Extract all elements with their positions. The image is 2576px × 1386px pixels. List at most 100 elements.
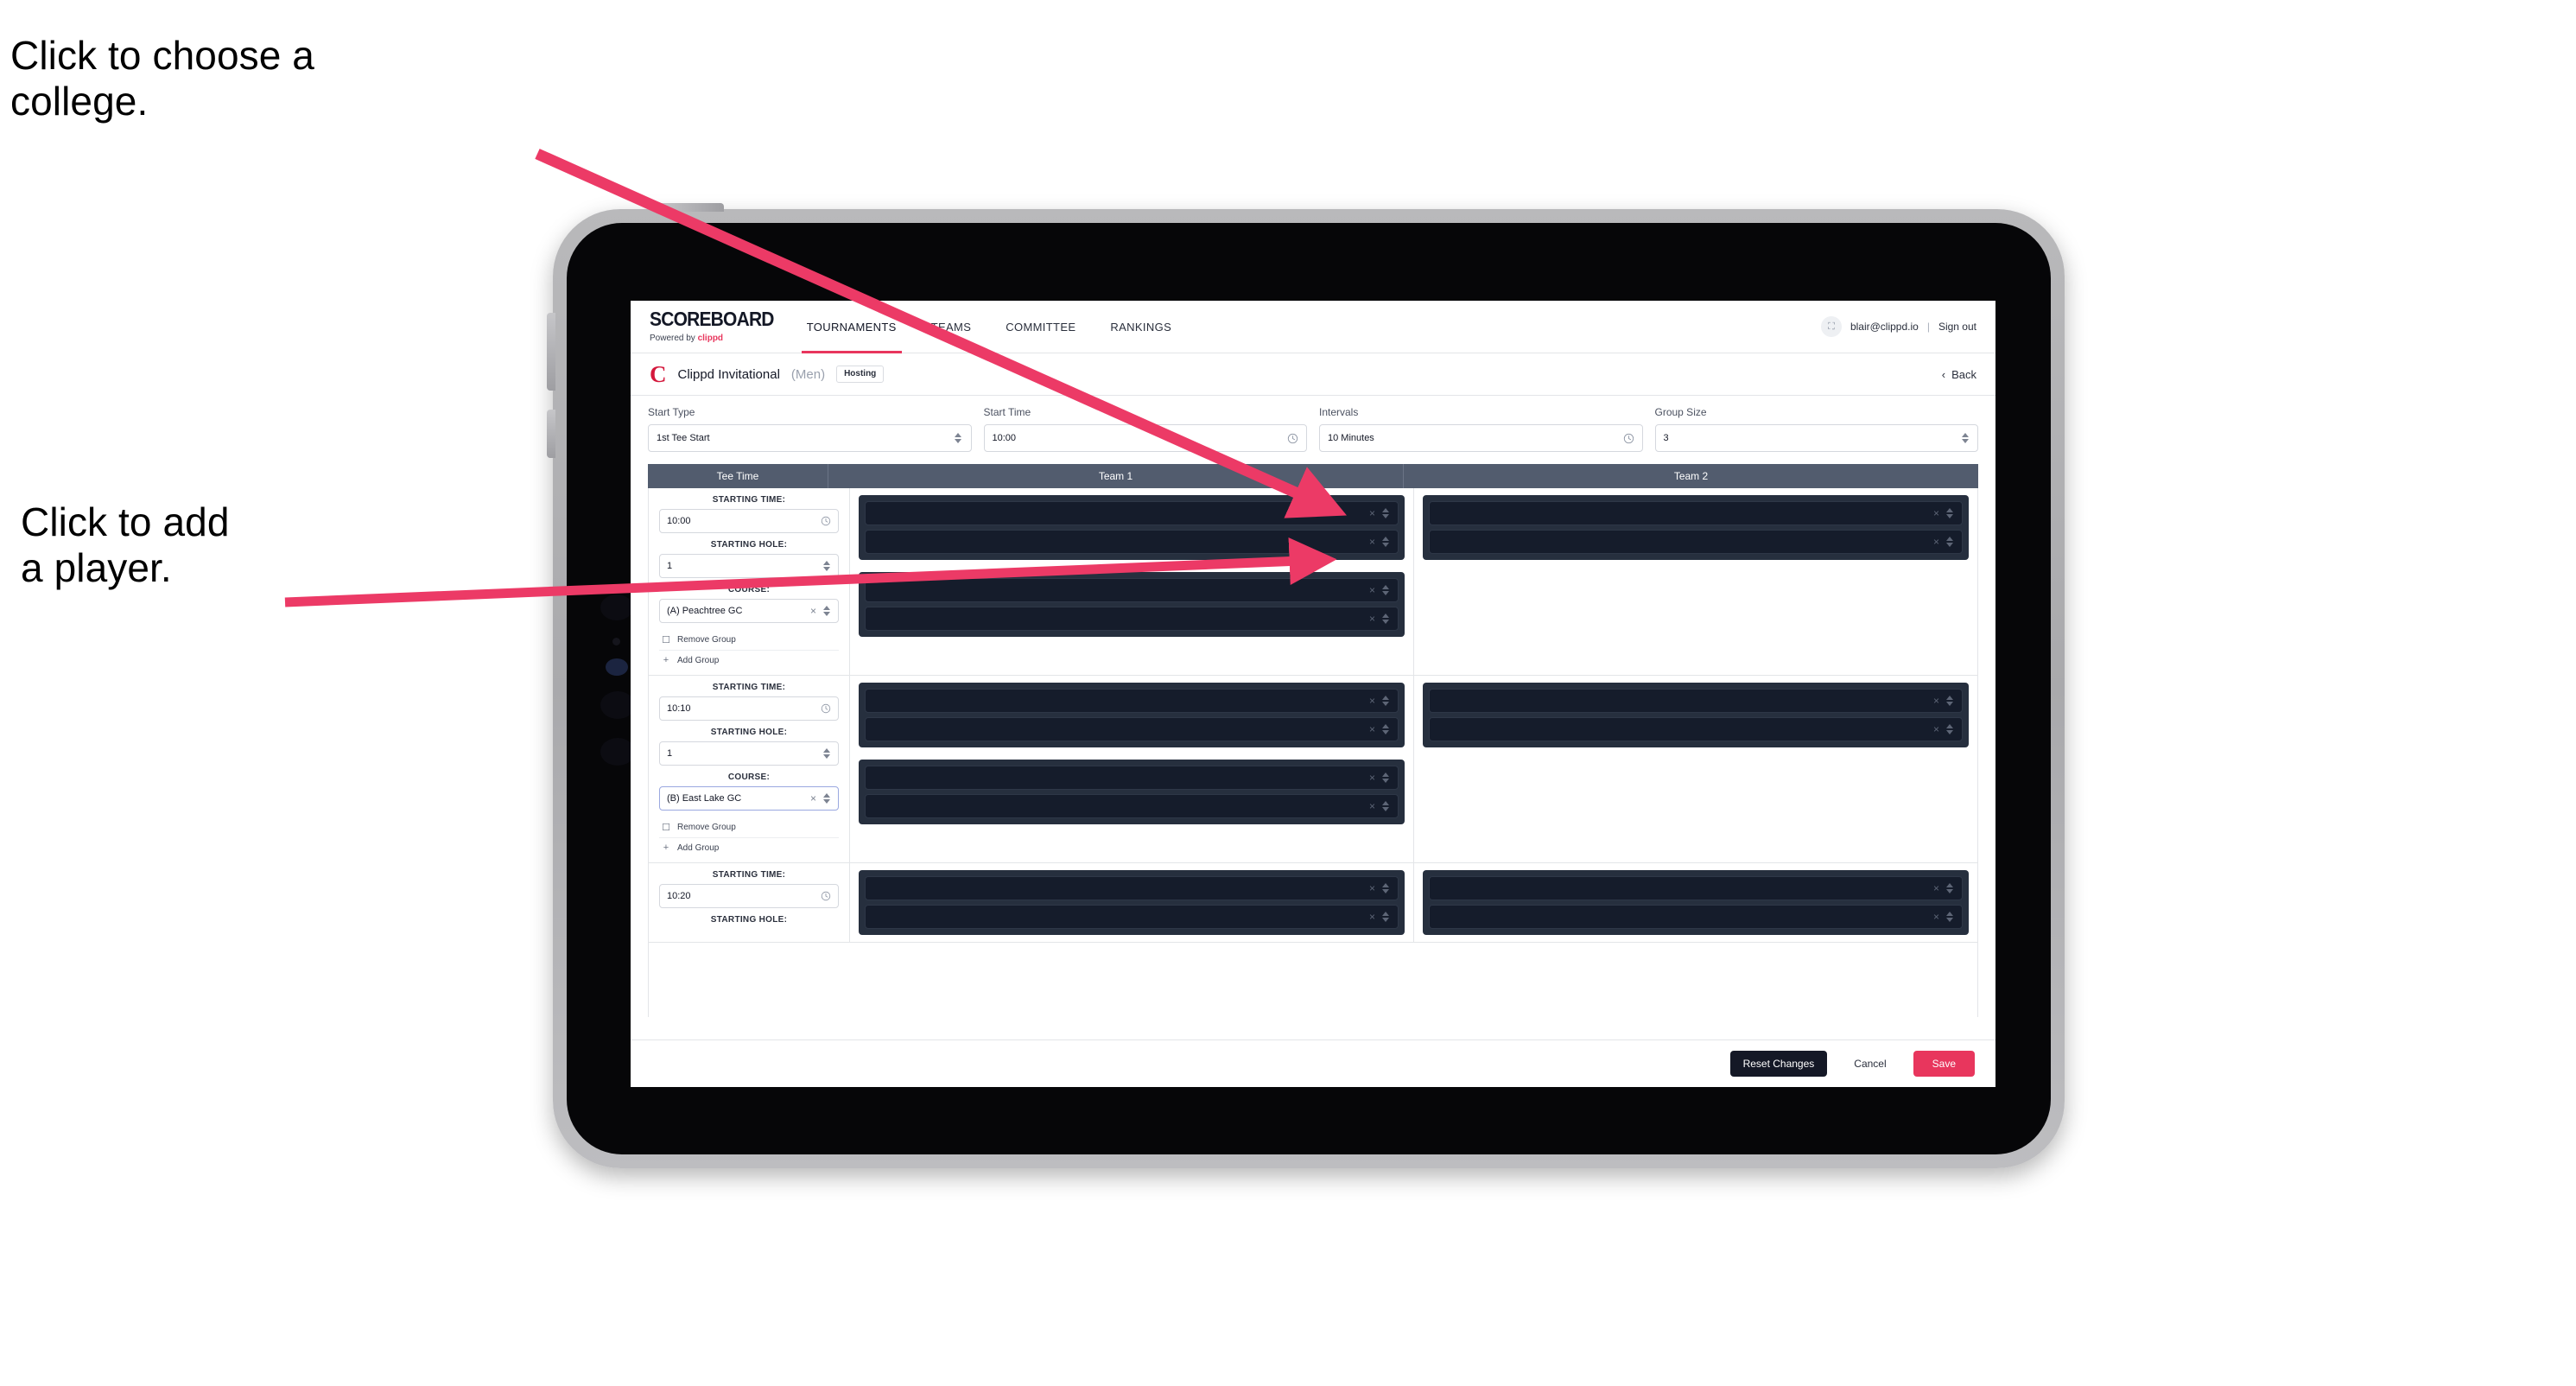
app-viewport: SCOREBOARD Powered by clippd TOURNAMENTS… <box>631 301 1995 1087</box>
course-value: (A) Peachtree GC <box>667 606 743 616</box>
group-size-select[interactable]: 3 <box>1654 424 1978 452</box>
label-start-type: Start Type <box>648 406 695 418</box>
player-slot[interactable]: × <box>865 905 1399 929</box>
save-button[interactable]: Save <box>1913 1051 1975 1077</box>
clear-icon[interactable]: × <box>1369 585 1375 595</box>
clear-icon[interactable]: × <box>1369 912 1375 922</box>
clear-icon[interactable]: × <box>1933 883 1939 893</box>
player-slot[interactable]: × <box>1429 717 1963 741</box>
player-slot[interactable]: × <box>865 794 1399 818</box>
starting-hole-input[interactable]: 1 <box>659 741 839 766</box>
clock-icon <box>821 703 831 714</box>
player-slot[interactable]: × <box>865 689 1399 713</box>
remove-group-button[interactable]: ☐ Remove Group <box>659 817 839 837</box>
player-slot[interactable]: × <box>865 501 1399 525</box>
starting-hole-input[interactable]: 1 <box>659 554 839 578</box>
clear-icon[interactable]: × <box>1933 696 1939 706</box>
team-2-cell: × × <box>1413 488 1977 675</box>
back-link[interactable]: ‹ Back <box>1942 368 1976 381</box>
sign-out-link[interactable]: Sign out <box>1938 321 1976 333</box>
nav-tab-tournaments[interactable]: TOURNAMENTS <box>790 301 914 353</box>
clear-icon[interactable]: × <box>1933 912 1939 922</box>
field-group-size: Group Size 3 <box>1654 406 1978 452</box>
player-slot[interactable]: × <box>865 717 1399 741</box>
course-value: (B) East Lake GC <box>667 793 742 804</box>
intervals-input[interactable]: 10 Minutes <box>1319 424 1643 452</box>
table-row: STARTING TIME: 10:00 STARTING HOLE: 1 COURSE… <box>649 488 1977 676</box>
starting-time-input[interactable]: 10:20 <box>659 884 839 908</box>
clear-icon[interactable]: × <box>810 793 816 804</box>
label-course: COURSE: <box>727 585 771 594</box>
group-actions: ☐ Remove Group + Add Group <box>659 817 839 857</box>
clear-icon[interactable]: × <box>1369 614 1375 624</box>
tee-time-cell: STARTING TIME: 10:10 STARTING HOLE: 1 COURSE… <box>649 676 850 862</box>
table-row: STARTING TIME: 10:10 STARTING HOLE: 1 COURSE… <box>649 676 1977 863</box>
player-slot[interactable]: × <box>865 607 1399 631</box>
player-slot[interactable]: × <box>1429 501 1963 525</box>
volume-up-button-icon[interactable] <box>547 313 555 391</box>
player-slot[interactable]: × <box>1429 905 1963 929</box>
team-1-cell: × × × × <box>850 488 1413 675</box>
start-time-input[interactable]: 10:00 <box>983 424 1307 452</box>
clear-icon[interactable]: × <box>1369 772 1375 783</box>
add-group-button[interactable]: + Add Group <box>659 837 839 857</box>
nav-tab-committee[interactable]: COMMITTEE <box>988 301 1093 353</box>
clear-icon[interactable]: × <box>1933 537 1939 547</box>
hosting-badge: Hosting <box>836 366 885 383</box>
clear-icon[interactable]: × <box>1369 696 1375 706</box>
team-2-cell: × × <box>1413 676 1977 862</box>
plus-icon: + <box>663 842 669 853</box>
avatar-icon[interactable]: ⛶ <box>1820 316 1842 337</box>
start-type-select[interactable]: 1st Tee Start <box>648 424 972 452</box>
player-slot[interactable]: × <box>865 578 1399 602</box>
trash-icon: ☐ <box>662 635 670 645</box>
starting-time-value: 10:00 <box>667 516 691 526</box>
player-slot[interactable]: × <box>865 876 1399 900</box>
brand-wordmark: SCOREBOARD <box>650 308 774 331</box>
chevron-updown-icon <box>1960 431 1970 445</box>
top-navigation: SCOREBOARD Powered by clippd TOURNAMENTS… <box>631 301 1995 353</box>
clock-icon <box>821 516 831 526</box>
course-select[interactable]: (B) East Lake GC × <box>659 786 839 811</box>
remove-group-button[interactable]: ☐ Remove Group <box>659 630 839 650</box>
player-slot[interactable]: × <box>1429 530 1963 554</box>
player-group: × × <box>859 683 1405 747</box>
brand-logo[interactable]: SCOREBOARD Powered by clippd <box>631 301 790 353</box>
clear-icon[interactable]: × <box>1369 801 1375 811</box>
course-select[interactable]: (A) Peachtree GC × <box>659 599 839 623</box>
reset-changes-button[interactable]: Reset Changes <box>1729 1051 1828 1077</box>
volume-down-button-icon[interactable] <box>547 410 555 458</box>
label-group-size: Group Size <box>1654 406 1707 418</box>
nav-tab-rankings[interactable]: RANKINGS <box>1093 301 1189 353</box>
clear-icon[interactable]: × <box>1369 883 1375 893</box>
player-slot[interactable]: × <box>1429 876 1963 900</box>
clear-icon[interactable]: × <box>1369 508 1375 518</box>
team-1-cell: × × <box>850 863 1413 942</box>
player-slot[interactable]: × <box>1429 689 1963 713</box>
cancel-button[interactable]: Cancel <box>1841 1051 1899 1077</box>
player-slot[interactable]: × <box>865 530 1399 554</box>
starting-time-input[interactable]: 10:10 <box>659 696 839 721</box>
start-type-value: 1st Tee Start <box>657 433 710 443</box>
nav-tab-teams[interactable]: TEAMS <box>914 301 989 353</box>
clear-icon[interactable]: × <box>810 606 816 616</box>
clear-icon[interactable]: × <box>1369 537 1375 547</box>
plus-icon: + <box>663 655 669 665</box>
group-actions: ☐ Remove Group + Add Group <box>659 630 839 670</box>
starting-time-input[interactable]: 10:00 <box>659 509 839 533</box>
clear-icon[interactable]: × <box>1933 724 1939 734</box>
camera-lens-icon <box>600 594 633 620</box>
camera-lens-tertiary-icon <box>600 738 635 766</box>
brand-powered-text: Powered by <box>650 334 698 343</box>
trash-icon: ☐ <box>662 823 670 833</box>
label-starting-time: STARTING TIME: <box>712 495 786 505</box>
player-slot[interactable]: × <box>865 766 1399 790</box>
clear-icon[interactable]: × <box>1933 508 1939 518</box>
tournament-bar: C Clippd Invitational (Men) Hosting ‹ Ba… <box>631 353 1995 396</box>
chevron-updown-icon <box>822 559 831 573</box>
clear-icon[interactable]: × <box>1369 724 1375 734</box>
chevron-updown-icon <box>1380 506 1390 520</box>
power-button-icon[interactable] <box>657 203 724 212</box>
add-group-button[interactable]: + Add Group <box>659 650 839 670</box>
player-group: × × <box>1423 683 1969 747</box>
